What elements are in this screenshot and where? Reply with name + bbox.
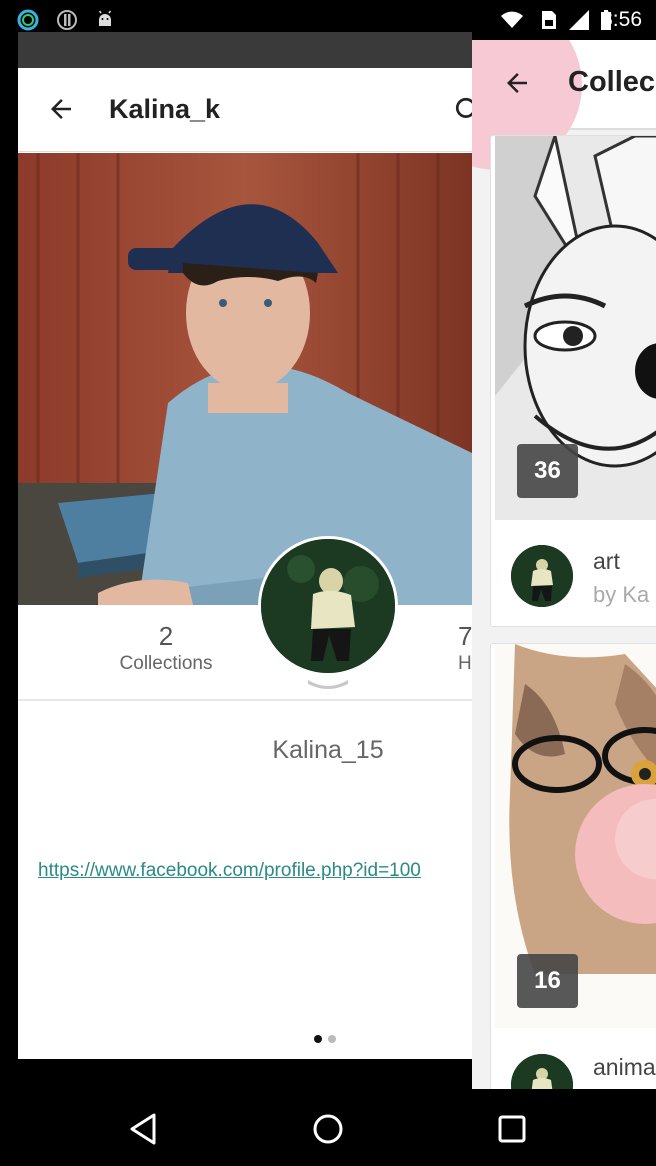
signal-icon — [569, 10, 589, 30]
pager-dot-active — [314, 1035, 322, 1043]
android-icon — [98, 10, 112, 26]
chevron-down-icon[interactable] — [306, 678, 350, 690]
home-icon[interactable] — [308, 1109, 348, 1149]
collection-owner-avatar — [511, 545, 573, 607]
profile-avatar-image — [261, 539, 395, 673]
pager-dot — [328, 1035, 336, 1043]
collection-count-badge: 36 — [517, 444, 578, 498]
collections-drawer: Collec 36 art by Ka 16 anima — [472, 40, 656, 1089]
screen: 8:56 Kalina_k 2 Collections 7 H Kalina_1… — [0, 0, 656, 1166]
back-arrow-icon[interactable] — [502, 68, 532, 98]
profile-stats-row: 2 Collections 7 H — [18, 605, 472, 701]
cover-photo-image — [18, 153, 472, 605]
ring-notification-icon — [17, 9, 39, 31]
pager-dots — [314, 1035, 338, 1043]
search-icon[interactable] — [454, 96, 472, 122]
stat-collections-count: 2 — [158, 621, 174, 651]
collection-owner-avatar — [511, 1054, 573, 1089]
wifi-icon — [501, 11, 523, 28]
profile-page: Kalina_k 2 Collections 7 H Kalina_15 htt… — [18, 32, 472, 1059]
recents-icon[interactable] — [492, 1109, 532, 1149]
collection-card[interactable]: 16 anima — [490, 643, 656, 1089]
collection-card[interactable]: 36 art by Ka — [490, 135, 656, 627]
back-arrow-icon[interactable] — [46, 94, 76, 124]
sim-icon — [542, 11, 556, 29]
clock: 8:56 — [601, 8, 642, 31]
collection-count-badge: 16 — [517, 954, 578, 1008]
collections-title: Collec — [568, 66, 656, 98]
collections-header: Collec — [472, 40, 656, 170]
stat-collections-label: Collections — [119, 653, 213, 674]
collection-owner: by Ka — [593, 582, 650, 607]
back-icon[interactable] — [124, 1109, 164, 1149]
profile-display-name: Kalina_15 — [272, 736, 384, 764]
stat-second-count: 7 — [458, 621, 472, 651]
profile-toolbar: Kalina_k — [18, 68, 472, 152]
system-nav-bar — [0, 1089, 656, 1166]
profile-avatar[interactable] — [258, 536, 398, 676]
stat-second-label: H — [458, 653, 472, 674]
profile-toolbar-title: Kalina_k — [109, 94, 221, 124]
profile-facebook-link[interactable]: https://www.facebook.com/profile.php?id=… — [38, 860, 421, 882]
profile-page-statusbar-strip — [18, 32, 472, 68]
cover-photo — [18, 153, 472, 605]
collection-title: art — [593, 548, 620, 574]
info-icon — [57, 10, 77, 30]
collection-title: anima — [593, 1054, 656, 1080]
